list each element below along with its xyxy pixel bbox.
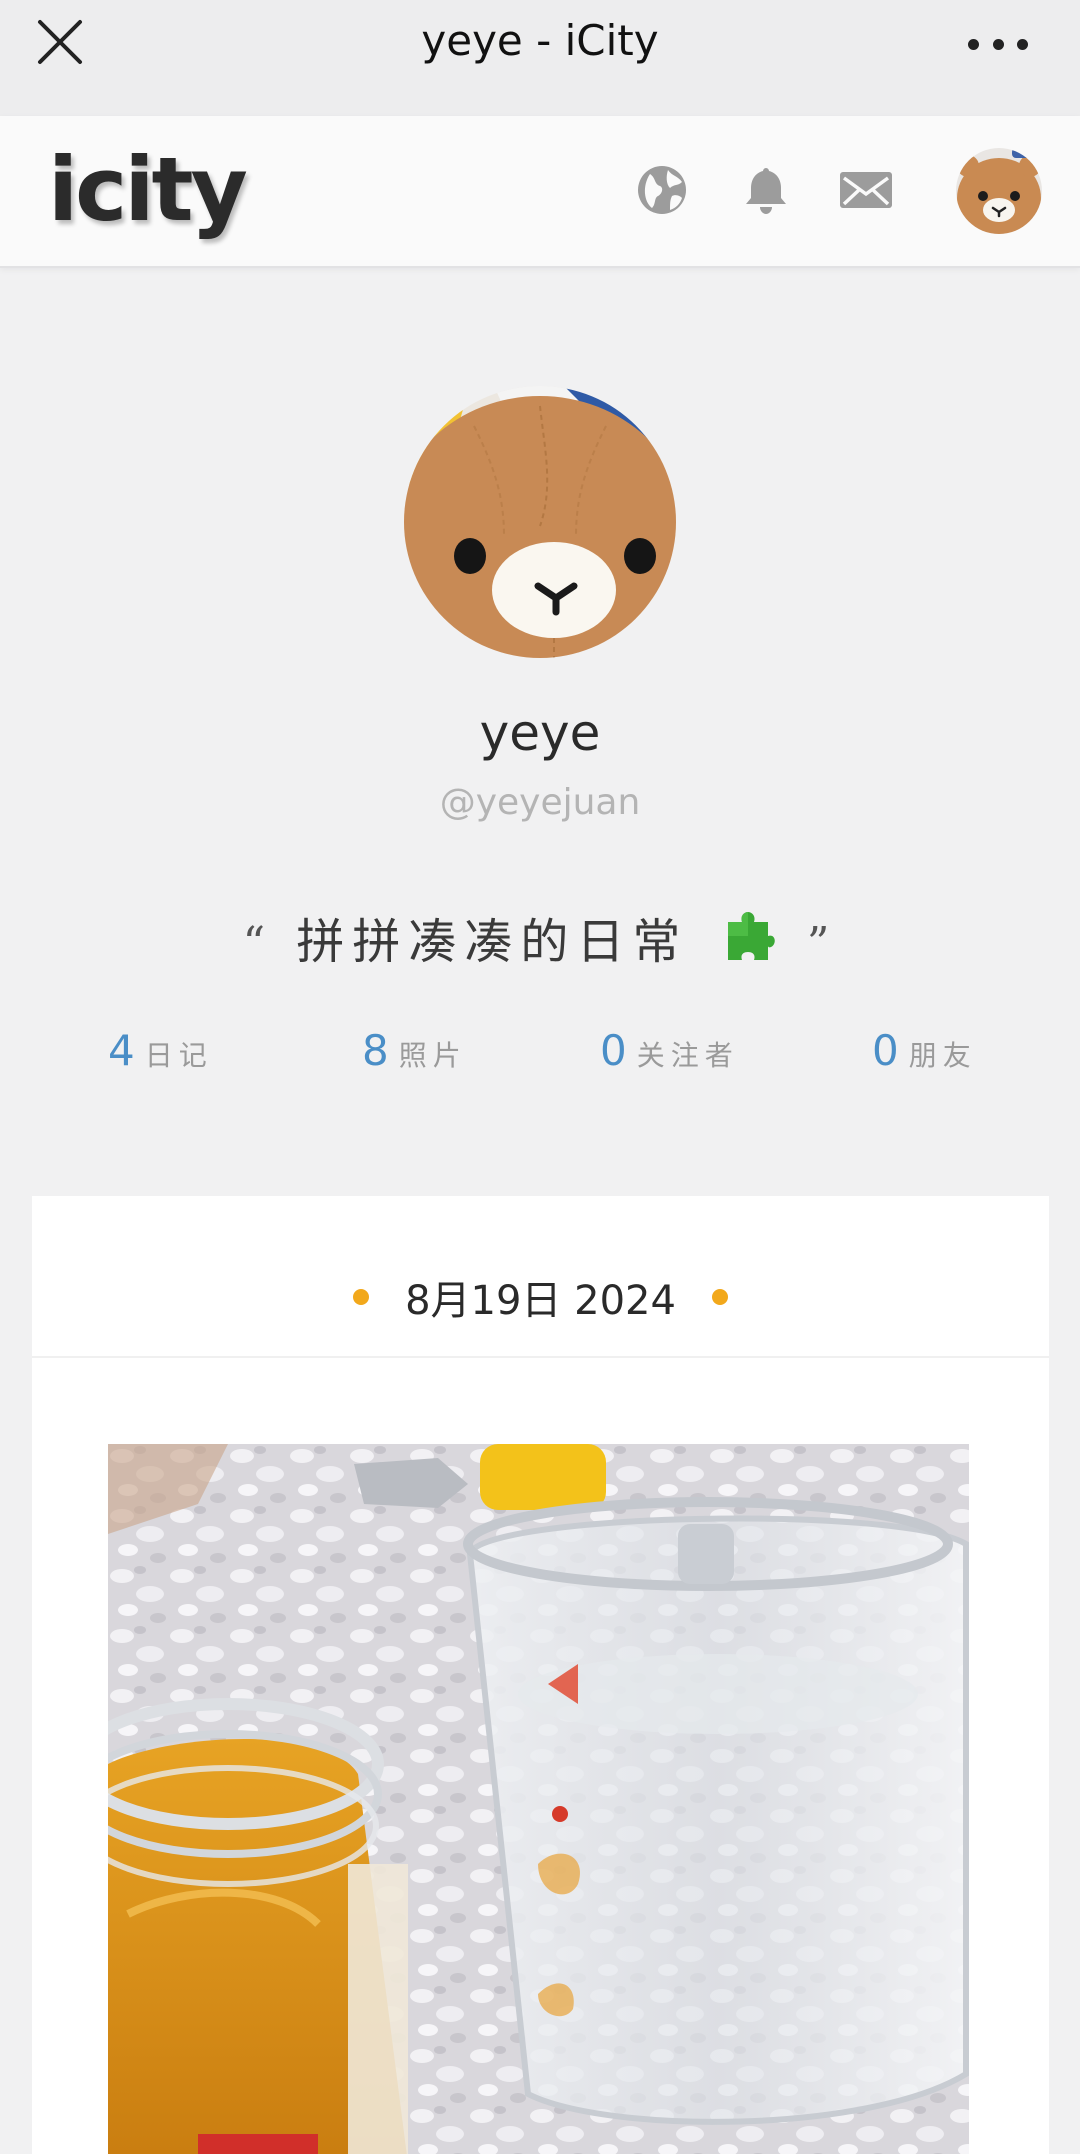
entry-photo[interactable] xyxy=(108,1444,969,2154)
bell-icon[interactable] xyxy=(736,160,796,220)
date-dot xyxy=(711,1289,728,1305)
stat-value: 4 xyxy=(108,1026,135,1075)
stat-label: 关注者 xyxy=(636,1039,739,1072)
webview-top-bar: yeye - iCity xyxy=(0,0,1080,116)
stat-followers[interactable]: 0 关注者 xyxy=(600,1026,739,1075)
app-header: icity xyxy=(0,116,1080,268)
user-avatar[interactable] xyxy=(956,148,1042,234)
stat-friends[interactable]: 0 朋友 xyxy=(872,1026,977,1075)
divider xyxy=(32,1356,1049,1358)
more-options-icon[interactable] xyxy=(968,34,1028,54)
stat-photos[interactable]: 8 照片 xyxy=(362,1026,467,1075)
page-title: yeye - iCity xyxy=(421,15,659,65)
profile-username: yeye xyxy=(479,704,601,762)
date-dot xyxy=(353,1289,370,1305)
stat-diaries[interactable]: 4 日记 xyxy=(108,1026,213,1075)
bio-close-quote: ” xyxy=(806,918,838,969)
mail-icon[interactable] xyxy=(836,160,896,220)
close-icon[interactable] xyxy=(34,16,86,68)
stat-label: 朋友 xyxy=(908,1039,977,1072)
profile-handle: @yeyejuan xyxy=(439,782,641,823)
entry-date-row: 8月19日 2024 xyxy=(32,1272,1049,1324)
stat-value: 8 xyxy=(362,1026,389,1075)
profile-stats: 4 日记 8 照片 0 关注者 0 朋友 xyxy=(0,1026,1080,1086)
puzzle-piece-icon xyxy=(718,906,778,966)
globe-icon[interactable] xyxy=(632,160,692,220)
app-logo[interactable]: icity xyxy=(48,138,248,241)
diary-entry-card: 8月19日 2024 xyxy=(32,1196,1049,2154)
stat-label: 照片 xyxy=(398,1039,467,1072)
bio-open-quote: “ xyxy=(242,918,274,969)
stat-value: 0 xyxy=(872,1026,899,1075)
stat-value: 0 xyxy=(600,1026,627,1075)
bio-text: 拼拼凑凑的日常 xyxy=(296,914,689,970)
stat-label: 日记 xyxy=(144,1039,213,1072)
profile-bio: “ 拼拼凑凑的日常 ” xyxy=(0,902,1080,972)
entry-date: 8月19日 2024 xyxy=(405,1278,676,1324)
profile-avatar xyxy=(404,386,676,658)
